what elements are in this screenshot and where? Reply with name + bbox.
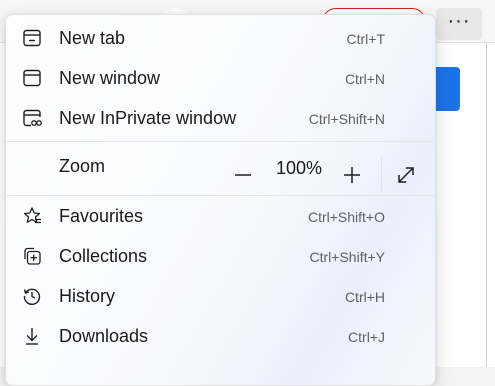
new-tab-icon <box>23 29 41 47</box>
favourites-icon <box>23 207 41 224</box>
menu-item-new-inprivate-window[interactable]: New InPrivate window Ctrl+Shift+N <box>6 98 435 138</box>
inprivate-icon <box>23 109 42 127</box>
menu-item-label: New tab <box>59 28 126 48</box>
menu-divider <box>6 141 435 142</box>
menu-item-shortcut: Ctrl+J <box>348 329 385 345</box>
fullscreen-icon <box>398 167 414 183</box>
menu-item-shortcut: Ctrl+Shift+N <box>308 111 385 127</box>
menu-item-label: Downloads <box>59 326 149 346</box>
new-window-icon <box>23 69 41 87</box>
settings-and-more-button[interactable]: ··· <box>436 8 482 40</box>
menu-item-new-window[interactable]: New window Ctrl+N <box>6 58 435 98</box>
page-scrollbar[interactable] <box>486 43 487 367</box>
menu-item-shortcut: Ctrl+H <box>344 289 385 305</box>
settings-menu: New tab Ctrl+T New window Ctrl+N New InP… <box>5 14 436 386</box>
menu-item-history[interactable]: History Ctrl+H <box>6 276 435 316</box>
menu-item-favourites[interactable]: Favourites Ctrl+Shift+O <box>6 196 435 236</box>
menu-item-new-tab[interactable]: New tab Ctrl+T <box>6 18 435 58</box>
menu-item-zoom: Zoom <box>6 146 435 186</box>
menu-item-label: Favourites <box>59 206 144 226</box>
downloads-icon <box>26 328 38 345</box>
zoom-level: 100% <box>275 158 323 178</box>
zoom-divider <box>381 157 382 191</box>
fullscreen-button[interactable] <box>392 161 420 189</box>
minus-icon <box>235 174 251 176</box>
collections-icon <box>24 247 41 265</box>
menu-item-shortcut: Ctrl+Shift+Y <box>309 249 385 265</box>
menu-item-downloads[interactable]: Downloads Ctrl+J <box>6 316 435 356</box>
history-icon <box>23 288 41 305</box>
zoom-in-button[interactable] <box>338 161 366 189</box>
menu-item-label: New window <box>59 68 161 88</box>
zoom-out-button[interactable] <box>229 161 257 189</box>
zoom-label: Zoom <box>59 156 106 176</box>
menu-item-shortcut: Ctrl+T <box>346 31 386 47</box>
menu-item-label: New InPrivate window <box>59 108 237 128</box>
menu-item-shortcut: Ctrl+N <box>344 71 385 87</box>
menu-item-label: History <box>59 286 116 306</box>
menu-item-shortcut: Ctrl+Shift+O <box>307 209 385 225</box>
menu-item-label: Collections <box>59 246 148 266</box>
menu-item-collections[interactable]: Collections Ctrl+Shift+Y <box>6 236 435 276</box>
plus-icon <box>344 167 360 183</box>
